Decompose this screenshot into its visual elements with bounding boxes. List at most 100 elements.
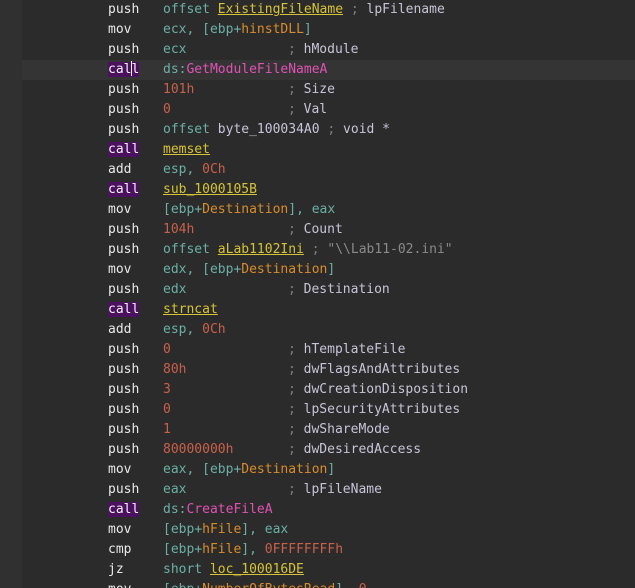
instruction-mnemonic[interactable]: mov	[108, 20, 131, 40]
instruction-comment: ; "\\Lab11-02.ini"	[311, 242, 453, 257]
disassembly-line[interactable]: mov ecx, [ebp+hinstDLL]	[0, 20, 635, 40]
disassembly-line[interactable]: mov [ebp+hFile], eax	[0, 520, 635, 540]
code-listing[interactable]: push offset ExistingFileName ; lpFilename m…	[0, 0, 635, 588]
instruction-mnemonic[interactable]: push	[108, 380, 139, 400]
disassembly-line[interactable]: push 80000000h ; dwDesiredAccess	[0, 440, 635, 460]
instruction-operands[interactable]: eax	[163, 480, 186, 500]
instruction-mnemonic[interactable]: call	[108, 500, 140, 520]
instruction-operands[interactable]: [ebp+hFile], 0FFFFFFFFh	[163, 540, 343, 560]
instruction-mnemonic[interactable]: add	[108, 160, 131, 180]
instruction-mnemonic[interactable]: push	[108, 100, 139, 120]
instruction-mnemonic[interactable]: push	[108, 480, 139, 500]
instruction-operands[interactable]: ecx, [ebp+hinstDLL]	[163, 20, 312, 40]
instruction-operands[interactable]: eax, [ebp+Destination]	[163, 460, 335, 480]
disassembly-line[interactable]: push 80h ; dwFlagsAndAttributes	[0, 360, 635, 380]
disassembly-line[interactable]: push 0 ; lpSecurityAttributes	[0, 400, 635, 420]
instruction-operands[interactable]: 0	[163, 100, 171, 120]
instruction-comment: ; dwDesiredAccess	[288, 442, 422, 457]
instruction-mnemonic[interactable]: push	[108, 0, 139, 20]
instruction-operands[interactable]: 104h	[163, 220, 194, 240]
instruction-operands[interactable]: 80h	[163, 360, 186, 380]
instruction-mnemonic[interactable]: push	[108, 340, 139, 360]
instruction-operands[interactable]: offset aLab1102Ini	[163, 240, 304, 260]
instruction-operands[interactable]: memset	[163, 140, 210, 160]
instruction-operands[interactable]: ecx	[163, 40, 186, 60]
instruction-operands[interactable]: offset byte_100034A0	[163, 120, 320, 140]
instruction-operands[interactable]: 3	[163, 380, 171, 400]
instruction-mnemonic[interactable]: jz	[108, 560, 124, 580]
instruction-operands[interactable]: 0	[163, 340, 171, 360]
instruction-mnemonic[interactable]: push	[108, 80, 139, 100]
disassembly-line[interactable]: push edx ; Destination	[0, 280, 635, 300]
disassembly-line[interactable]: call memset	[0, 140, 635, 160]
disassembly-line[interactable]: push 0 ; hTemplateFile	[0, 340, 635, 360]
disassembly-line[interactable]: push 104h ; Count	[0, 220, 635, 240]
instruction-mnemonic[interactable]: push	[108, 440, 139, 460]
disassembly-line[interactable]: push 1 ; dwShareMode	[0, 420, 635, 440]
instruction-operands[interactable]: 80000000h	[163, 440, 233, 460]
disassembly-line[interactable]: mov edx, [ebp+Destination]	[0, 260, 635, 280]
instruction-mnemonic[interactable]: push	[108, 40, 139, 60]
instruction-mnemonic[interactable]: call	[108, 60, 140, 80]
instruction-operands[interactable]: offset ExistingFileName	[163, 0, 343, 20]
instruction-operands[interactable]: [ebp+hFile], eax	[163, 520, 288, 540]
disassembly-line[interactable]: push ecx ; hModule	[0, 40, 635, 60]
disassembly-line[interactable]: jz short loc_100016DE	[0, 560, 635, 580]
disassembly-line[interactable]: push eax ; lpFileName	[0, 480, 635, 500]
instruction-mnemonic[interactable]: call	[108, 300, 140, 320]
disassembly-line[interactable]: call ds:CreateFileA	[0, 500, 635, 520]
instruction-mnemonic[interactable]: push	[108, 360, 139, 380]
disassembly-line[interactable]: push 3 ; dwCreationDisposition	[0, 380, 635, 400]
instruction-mnemonic[interactable]: push	[108, 220, 139, 240]
instruction-mnemonic[interactable]: mov	[108, 260, 131, 280]
disassembly-line[interactable]: push offset byte_100034A0 ; void *	[0, 120, 635, 140]
instruction-operands[interactable]: edx, [ebp+Destination]	[163, 260, 335, 280]
instruction-mnemonic[interactable]: cmp	[108, 540, 131, 560]
instruction-mnemonic[interactable]: call	[108, 140, 140, 160]
instruction-mnemonic[interactable]: push	[108, 120, 139, 140]
disassembly-line[interactable]: call sub_1000105B	[0, 180, 635, 200]
disassembly-line[interactable]: push offset aLab1102Ini ; "\\Lab11-02.ini"	[0, 240, 635, 260]
disassembly-view[interactable]: push offset ExistingFileName ; lpFilename m…	[0, 0, 635, 588]
instruction-operands[interactable]: esp, 0Ch	[163, 160, 226, 180]
disassembly-line[interactable]: push 101h ; Size	[0, 80, 635, 100]
disassembly-line[interactable]: cmp [ebp+hFile], 0FFFFFFFFh	[0, 540, 635, 560]
disassembly-line[interactable]: add esp, 0Ch	[0, 320, 635, 340]
instruction-operands[interactable]: short loc_100016DE	[163, 560, 304, 580]
disassembly-line[interactable]: push offset ExistingFileName ; lpFilename	[0, 0, 635, 20]
instruction-mnemonic[interactable]: push	[108, 240, 139, 260]
instruction-comment: ; Size	[288, 82, 335, 97]
instruction-operands[interactable]: [ebp+Destination], eax	[163, 200, 335, 220]
disassembly-line[interactable]: mov [ebp+Destination], eax	[0, 200, 635, 220]
instruction-mnemonic[interactable]: mov	[108, 200, 131, 220]
instruction-operands[interactable]: esp, 0Ch	[163, 320, 226, 340]
disassembly-line[interactable]: add esp, 0Ch	[0, 160, 635, 180]
instruction-mnemonic[interactable]: push	[108, 420, 139, 440]
disassembly-line[interactable]: push 0 ; Val	[0, 100, 635, 120]
instruction-operands[interactable]: sub_1000105B	[163, 180, 257, 200]
instruction-mnemonic[interactable]: push	[108, 400, 139, 420]
disassembly-line[interactable]: call strncat	[0, 300, 635, 320]
instruction-mnemonic[interactable]: mov	[108, 460, 131, 480]
instruction-operands[interactable]: ds:GetModuleFileNameA	[163, 60, 327, 80]
instruction-operands[interactable]: edx	[163, 280, 186, 300]
instruction-mnemonic[interactable]: call	[108, 180, 140, 200]
disassembly-line[interactable]: mov [ebp+NumberOfBytesRead], 0	[0, 580, 635, 588]
instruction-comment: ; dwCreationDisposition	[288, 382, 469, 397]
instruction-mnemonic[interactable]: mov	[108, 520, 131, 540]
instruction-comment: ; dwFlagsAndAttributes	[288, 362, 461, 377]
instruction-comment: ; Destination	[288, 282, 390, 297]
instruction-operands[interactable]: 1	[163, 420, 171, 440]
arrow-gutter	[0, 0, 22, 588]
disassembly-line[interactable]: mov eax, [ebp+Destination]	[0, 460, 635, 480]
instruction-operands[interactable]: 101h	[163, 80, 194, 100]
instruction-mnemonic[interactable]: add	[108, 320, 131, 340]
instruction-operands[interactable]: [ebp+NumberOfBytesRead], 0	[163, 580, 367, 588]
instruction-comment: ; hModule	[288, 42, 359, 57]
instruction-operands[interactable]: 0	[163, 400, 171, 420]
disassembly-line[interactable]: call ds:GetModuleFileNameA	[0, 60, 635, 80]
instruction-operands[interactable]: strncat	[163, 300, 218, 320]
instruction-mnemonic[interactable]: mov	[108, 580, 131, 588]
instruction-operands[interactable]: ds:CreateFileA	[163, 500, 273, 520]
instruction-mnemonic[interactable]: push	[108, 280, 139, 300]
